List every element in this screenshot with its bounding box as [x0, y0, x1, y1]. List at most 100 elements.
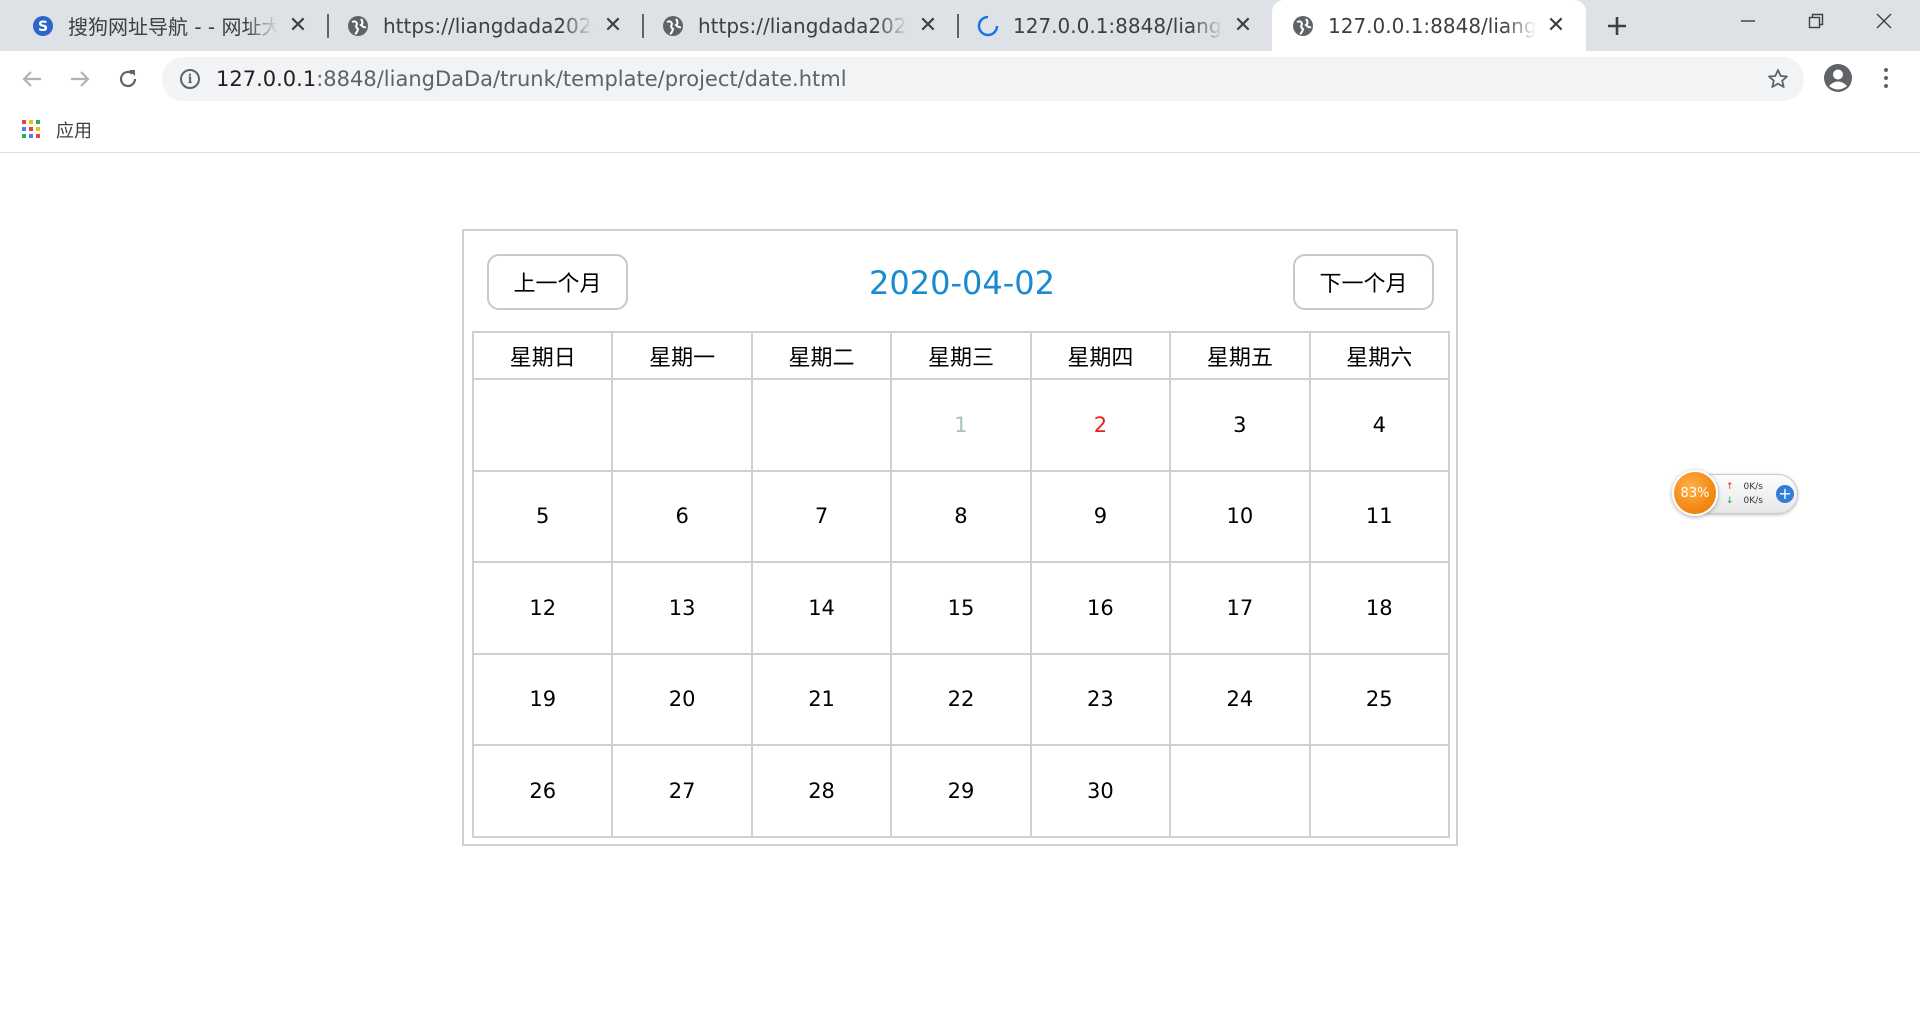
tab-title: 搜狗网址导航 - - 网址大全 — [68, 15, 278, 39]
day-cell-empty — [1308, 744, 1451, 838]
url-text: 127.0.0.1:8848/liangDaDa/trunk/template/… — [216, 67, 847, 91]
tab-strip: S 搜狗网址导航 - - 网址大全 ✕ https://liangdada202… — [0, 0, 1920, 51]
network-speed-widget[interactable]: 83% ↑ 0K/s ↓ 0K/s + — [1672, 470, 1800, 516]
day-cell[interactable]: 29 — [890, 744, 1032, 838]
day-cell-empty — [750, 378, 893, 472]
browser-tab-3[interactable]: https://liangdada2020.github.io ✕ — [630, 0, 958, 51]
day-cell[interactable]: 7 — [750, 469, 893, 563]
day-cell[interactable]: 27 — [611, 744, 753, 838]
calendar-header: 上一个月 2020-04-02 下一个月 — [464, 231, 1456, 331]
prev-month-button[interactable]: 上一个月 — [487, 254, 628, 310]
reload-button[interactable] — [110, 61, 146, 97]
profile-avatar-icon[interactable] — [1822, 62, 1854, 94]
day-cell[interactable]: 21 — [750, 652, 893, 746]
weekday-wednesday: 星期三 — [890, 331, 1032, 380]
plus-icon — [1608, 17, 1626, 35]
day-cell[interactable]: 5 — [471, 469, 614, 563]
weekday-saturday: 星期六 — [1308, 331, 1451, 380]
tab-title: https://liangdada2020.github.io — [698, 13, 908, 38]
day-cell[interactable]: 10 — [1169, 469, 1311, 563]
calendar-week-row: 1 2 3 4 — [471, 378, 1451, 472]
close-tab-icon[interactable]: ✕ — [286, 13, 310, 38]
globe-icon — [347, 15, 369, 37]
weekday-sunday: 星期日 — [471, 331, 614, 380]
calendar-week-row: 5 6 7 8 9 10 11 — [471, 469, 1451, 563]
day-cell[interactable]: 30 — [1029, 744, 1172, 838]
day-cell[interactable]: 3 — [1169, 378, 1311, 472]
close-tab-icon[interactable]: ✕ — [916, 13, 940, 38]
restore-icon — [1808, 13, 1824, 29]
day-cell[interactable]: 28 — [750, 744, 893, 838]
calendar-week-row: 12 13 14 15 16 17 18 — [471, 561, 1451, 655]
memory-usage-ball[interactable]: 83% — [1672, 470, 1718, 516]
close-tab-icon[interactable]: ✕ — [601, 13, 625, 38]
speed-readout: ↑ 0K/s ↓ 0K/s — [1726, 480, 1763, 508]
minimize-button[interactable] — [1714, 0, 1782, 42]
calendar-week-row: 19 20 21 22 23 24 25 — [471, 652, 1451, 746]
restore-button[interactable] — [1782, 0, 1850, 42]
browser-tab-4[interactable]: 127.0.0.1:8848/liangDaDa/trunk ✕ — [945, 0, 1273, 51]
bookmark-star-icon[interactable] — [1766, 67, 1790, 91]
next-month-button[interactable]: 下一个月 — [1293, 254, 1434, 310]
calendar-widget: 上一个月 2020-04-02 下一个月 星期日 星期一 星期二 星期三 星期四… — [462, 229, 1458, 846]
day-cell[interactable]: 8 — [890, 469, 1032, 563]
browser-toolbar: i 127.0.0.1:8848/liangDaDa/trunk/templat… — [0, 51, 1920, 107]
new-tab-button[interactable] — [1600, 9, 1634, 43]
weekday-tuesday: 星期二 — [750, 331, 893, 380]
day-cell[interactable]: 1 — [890, 378, 1032, 472]
window-close-button[interactable] — [1850, 0, 1918, 42]
day-cell[interactable]: 13 — [611, 561, 753, 655]
day-cell-empty — [611, 378, 753, 472]
address-bar[interactable]: i 127.0.0.1:8848/liangDaDa/trunk/templat… — [162, 57, 1804, 101]
forward-button[interactable] — [62, 61, 98, 97]
reload-icon — [119, 70, 137, 88]
day-cell[interactable]: 6 — [611, 469, 753, 563]
back-button[interactable] — [14, 61, 50, 97]
back-arrow-icon — [22, 71, 41, 87]
site-info-icon[interactable]: i — [180, 69, 200, 89]
weekday-monday: 星期一 — [611, 331, 753, 380]
upload-speed: 0K/s — [1743, 482, 1763, 492]
upload-arrow-icon: ↑ — [1726, 482, 1734, 492]
browser-menu-icon[interactable] — [1876, 62, 1896, 94]
calendar-week-row: 26 27 28 29 30 — [471, 744, 1451, 838]
day-cell[interactable]: 14 — [750, 561, 893, 655]
close-tab-icon[interactable]: ✕ — [1544, 13, 1568, 38]
day-cell[interactable]: 22 — [890, 652, 1032, 746]
minimize-icon — [1741, 20, 1755, 22]
day-cell[interactable]: 18 — [1308, 561, 1451, 655]
browser-tab-5[interactable]: 127.0.0.1:8848/liangDaDa/trunk ✕ — [1272, 0, 1586, 51]
day-cell-empty — [1169, 744, 1311, 838]
day-cell[interactable]: 15 — [890, 561, 1032, 655]
day-cell[interactable]: 23 — [1029, 652, 1172, 746]
day-cell[interactable]: 25 — [1308, 652, 1451, 746]
sogou-icon: S — [32, 15, 54, 37]
day-cell[interactable]: 19 — [471, 652, 614, 746]
tab-title: 127.0.0.1:8848/liangDaDa/trunk — [1013, 13, 1223, 38]
day-cell[interactable]: 11 — [1308, 469, 1451, 563]
day-cell[interactable]: 20 — [611, 652, 753, 746]
browser-tab-2[interactable]: https://liangdada2020.github.io ✕ — [315, 0, 643, 51]
tab-title: 127.0.0.1:8848/liangDaDa/trunk — [1328, 13, 1536, 38]
day-cell[interactable]: 2 — [1029, 378, 1172, 472]
widget-plus-icon[interactable]: + — [1776, 485, 1794, 503]
day-cell[interactable]: 4 — [1308, 378, 1451, 472]
day-cell[interactable]: 24 — [1169, 652, 1311, 746]
download-arrow-icon: ↓ — [1726, 496, 1734, 506]
day-cell[interactable]: 26 — [471, 744, 614, 838]
day-cell-empty — [471, 378, 614, 472]
apps-label: 应用 — [56, 121, 92, 142]
browser-tab-1[interactable]: S 搜狗网址导航 - - 网址大全 ✕ — [0, 0, 328, 51]
close-icon — [1876, 13, 1892, 29]
url-path: :8848/liangDaDa/trunk/template/project/d… — [316, 67, 847, 91]
day-cell[interactable]: 9 — [1029, 469, 1172, 563]
download-speed: 0K/s — [1743, 496, 1763, 506]
globe-icon — [1292, 15, 1314, 37]
day-cell[interactable]: 16 — [1029, 561, 1172, 655]
day-cell[interactable]: 17 — [1169, 561, 1311, 655]
weekday-header-row: 星期日 星期一 星期二 星期三 星期四 星期五 星期六 — [471, 331, 1451, 380]
day-cell[interactable]: 12 — [471, 561, 614, 655]
apps-shortcut[interactable]: 应用 — [22, 117, 92, 143]
weekday-thursday: 星期四 — [1029, 331, 1172, 380]
close-tab-icon[interactable]: ✕ — [1231, 13, 1255, 38]
